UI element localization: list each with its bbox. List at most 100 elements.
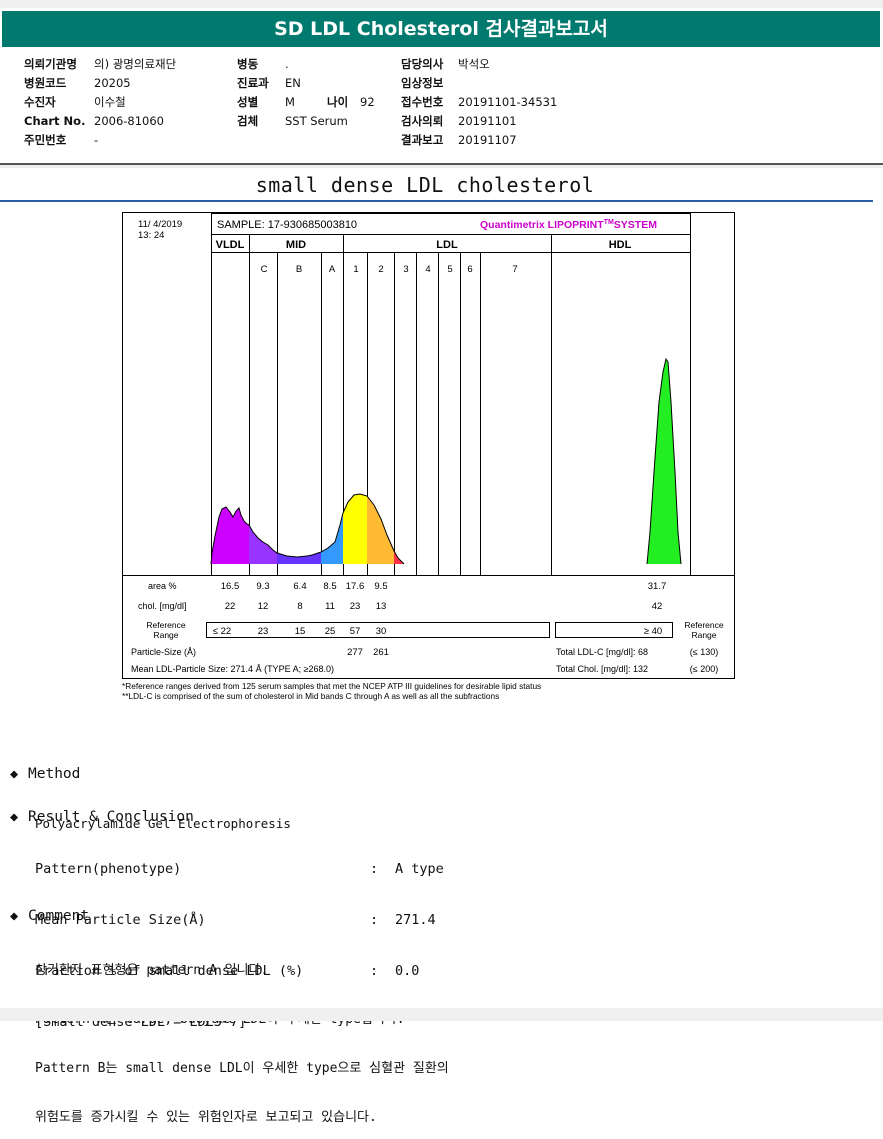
value-receipt-no: 20191101-34531	[458, 95, 558, 109]
section-underline	[0, 200, 873, 202]
label-clinical-info: 임상정보	[401, 76, 444, 90]
comment-line: 위험도를 증가시킬 수 있는 위험인자로 보고되고 있습니다.	[35, 1110, 377, 1125]
ref-value: 30	[376, 626, 387, 637]
particle-value: 261	[373, 647, 389, 658]
value-sex: M	[285, 95, 295, 109]
particle-label: Particle-Size (Å)	[131, 647, 196, 657]
area-value: 17.6	[346, 581, 365, 592]
area-value: 9.5	[374, 581, 387, 592]
total-chol-range: (≤ 200)	[690, 664, 718, 674]
area-value-hdl: 31.7	[648, 581, 667, 592]
band-label: 4	[425, 264, 430, 275]
label-sex: 성별	[237, 95, 259, 109]
mean-ldl-label: Mean LDL-Particle Size: 271.4 Å (TYPE A;…	[131, 664, 334, 674]
patient-info-col3: 담당의사 박석오 임상정보 접수번호 20191101-34531 검사의뢰 2019…	[401, 57, 557, 152]
value-age: 92	[360, 95, 375, 109]
result-label: Pattern(phenotype)	[35, 861, 182, 877]
value-department: EN	[285, 76, 301, 90]
area-value: 8.5	[323, 581, 336, 592]
footnote-2: **LDL-C is comprised of the sum of chole…	[122, 691, 499, 701]
chart-date: 11/ 4/2019	[138, 219, 182, 230]
diamond-icon: ◆	[10, 908, 19, 924]
value-institution: 의) 광명의료재단	[94, 57, 177, 71]
report-title-banner: SD LDL Cholesterol 검사결과보고서	[2, 11, 880, 47]
value-request-date: 20191101	[458, 114, 517, 128]
band-label: 1	[353, 264, 358, 275]
ref-right-label: Reference	[684, 620, 723, 630]
ref-value: ≤ 22	[213, 626, 231, 637]
label-doctor: 담당의사	[401, 57, 444, 71]
area-value: 16.5	[221, 581, 240, 592]
band-label: 6	[467, 264, 472, 275]
chart-sample: SAMPLE: 17-930685003810	[217, 219, 357, 231]
chart-brand: Quantimetrix LIPOPRINTTMSYSTEM	[480, 219, 657, 231]
band-label: A	[329, 264, 336, 275]
label-institution: 의뢰기관명	[24, 57, 77, 71]
total-ldl-range: (≤ 130)	[690, 647, 718, 657]
ref-value: 57	[350, 626, 361, 637]
value-id-number: -	[94, 133, 99, 147]
ref-value: 25	[325, 626, 336, 637]
group-mid: MID	[286, 239, 306, 251]
value-hospital-code: 20205	[94, 76, 131, 90]
value-ward: .	[285, 57, 289, 71]
label-request-date: 검사의뢰	[401, 114, 444, 128]
ref-label: Reference	[146, 620, 185, 630]
label-receipt-no: 접수번호	[401, 95, 444, 109]
ref-right-label: Range	[691, 630, 716, 640]
chol-value: 22	[225, 601, 236, 612]
patient-info-col1: 의뢰기관명 의) 광명의료재단 병원코드 20205 수진자 이수철 Chart No…	[24, 57, 176, 152]
result-value: A type	[395, 861, 444, 877]
label-ward: 병동	[237, 57, 259, 71]
total-chol-label: Total Chol. [mg/dl]: 132	[556, 664, 648, 674]
value-patient: 이수철	[94, 95, 126, 109]
result-colon: :	[370, 861, 379, 877]
comment-line: Pattern B는 small dense LDL이 우세한 type으로 심…	[35, 1061, 449, 1076]
chol-label: chol. [mg/dl]	[138, 601, 187, 611]
comment-heading: Comment	[28, 908, 90, 924]
band-label: B	[296, 264, 302, 275]
label-patient: 수진자	[24, 95, 56, 109]
group-ldl: LDL	[436, 239, 458, 251]
diamond-icon: ◆	[10, 809, 19, 825]
ref-value-hdl: ≥ 40	[644, 626, 662, 637]
band-label: C	[261, 264, 268, 275]
label-chart-no: Chart No.	[24, 114, 86, 128]
label-specimen: 검체	[237, 114, 259, 128]
chart-frame	[122, 212, 735, 679]
value-doctor: 박석오	[458, 57, 490, 71]
top-strip	[0, 0, 883, 8]
comment-line: 상기환자 표현형은 pattern A 입니다.	[35, 963, 269, 978]
value-chart-no: 2006-81060	[94, 114, 164, 128]
label-department: 진료과	[237, 76, 269, 90]
band-label: 7	[512, 264, 517, 275]
group-hdl: HDL	[609, 239, 632, 251]
chart-time: 13: 24	[138, 230, 164, 241]
result-heading: Result & Conclusion	[28, 809, 194, 825]
patient-info-col2: 병동. 진료과 EN 성별 M 나이 92 검체 SST Serum	[237, 57, 375, 133]
value-specimen: SST Serum	[285, 114, 348, 128]
value-report-date: 20191107	[458, 133, 517, 147]
divider-shadow	[0, 165, 883, 168]
chol-value: 23	[350, 601, 361, 612]
total-ldl-label: Total LDL-C [mg/dl]: 68	[556, 647, 648, 657]
lipoprint-chart: 11/ 4/2019 13: 24 SAMPLE: 17-93068500381…	[122, 212, 735, 701]
particle-value: 277	[347, 647, 363, 658]
group-vldl: VLDL	[216, 239, 245, 251]
chol-value: 13	[376, 601, 387, 612]
chol-value-hdl: 42	[652, 601, 663, 612]
label-id-number: 주민번호	[24, 133, 67, 147]
chol-value: 11	[325, 601, 335, 612]
label-age: 나이	[327, 95, 349, 109]
label-hospital-code: 병원코드	[24, 76, 67, 90]
bottom-strip	[0, 1008, 883, 1021]
band-label: 5	[447, 264, 452, 275]
ref-value: 15	[295, 626, 306, 637]
footnote-1: *Reference ranges derived from 125 serum…	[122, 681, 541, 691]
area-value: 6.4	[293, 581, 306, 592]
ref-value: 23	[258, 626, 269, 637]
label-report-date: 결과보고	[401, 133, 444, 147]
section-title: small dense LDL cholesterol	[255, 173, 595, 197]
band-label: 2	[378, 264, 383, 275]
band-label: 3	[403, 264, 408, 275]
